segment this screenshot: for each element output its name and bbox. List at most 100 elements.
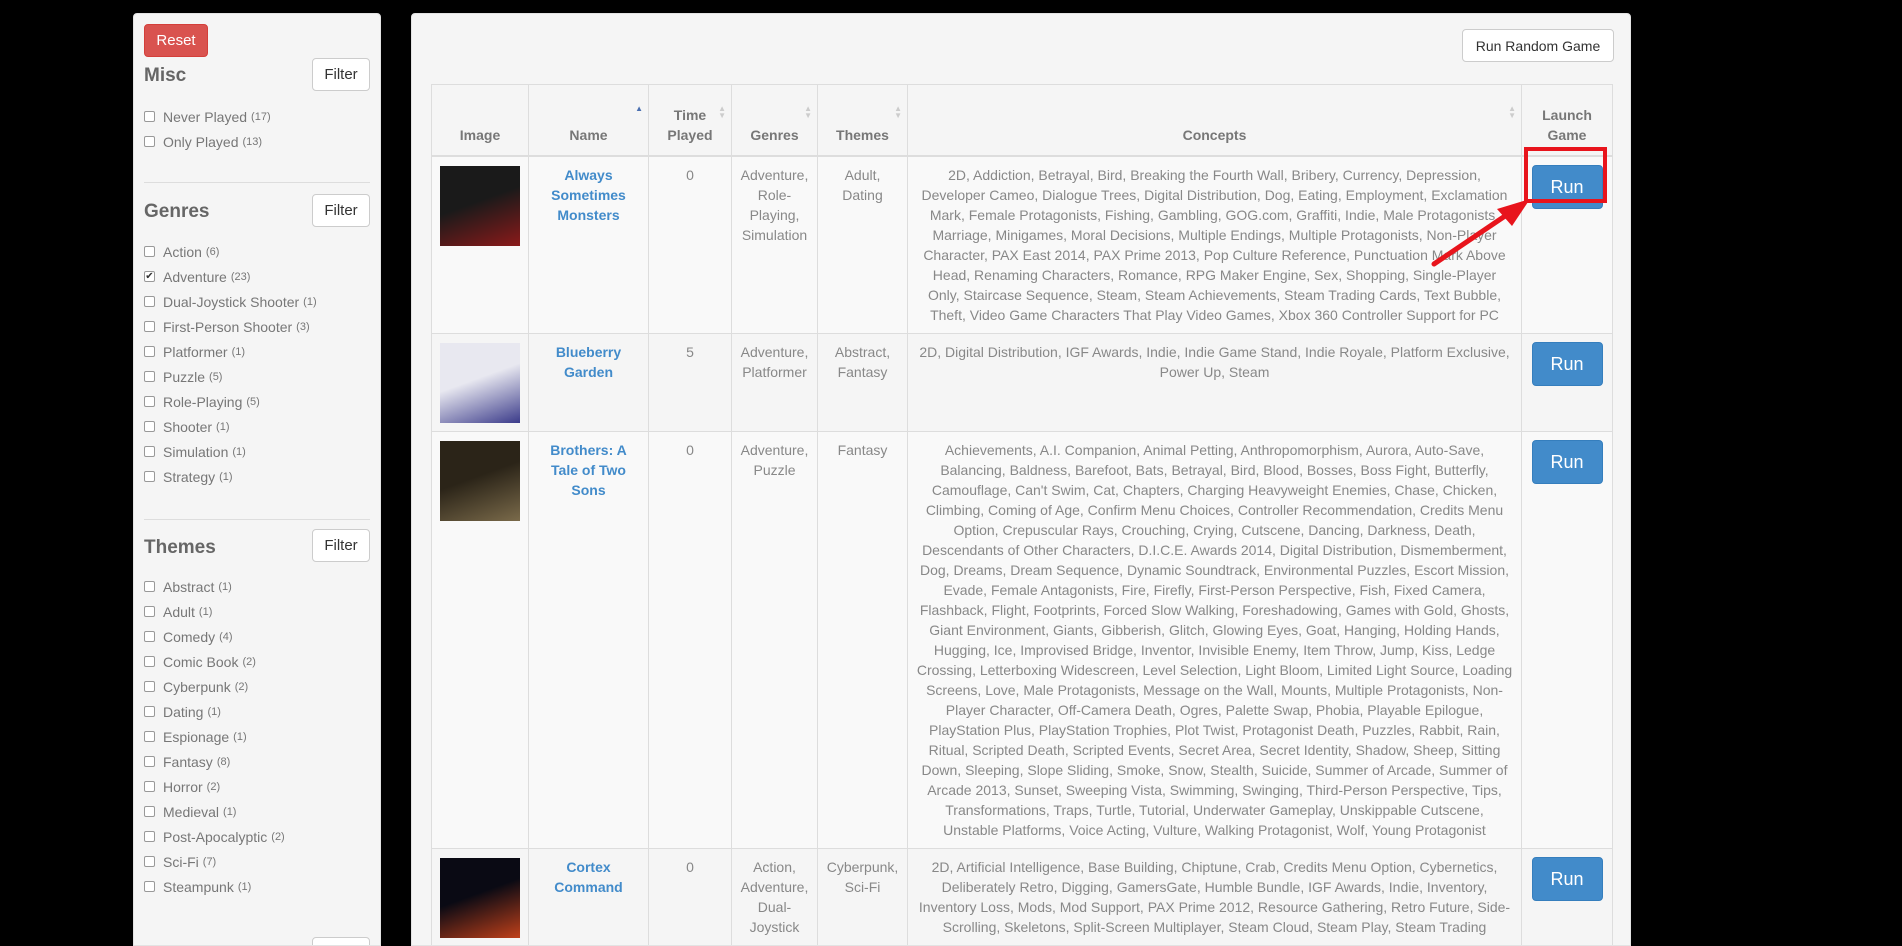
checkbox[interactable] bbox=[144, 136, 155, 147]
filter-option[interactable]: Horror (2) bbox=[144, 774, 285, 799]
checkbox[interactable] bbox=[144, 731, 155, 742]
filter-option[interactable]: Strategy (1) bbox=[144, 464, 317, 489]
game-list-panel: Run Random Game Image Name ▲ Time Played… bbox=[411, 13, 1631, 946]
game-name-link[interactable]: Always Sometimes Monsters bbox=[537, 165, 640, 225]
filter-option[interactable]: Espionage (1) bbox=[144, 724, 285, 749]
column-header-time-played[interactable]: Time Played ▲ ▼ bbox=[648, 84, 732, 157]
filter-button-next[interactable] bbox=[312, 937, 370, 945]
checkbox[interactable] bbox=[144, 471, 155, 482]
filter-option[interactable]: Fantasy (8) bbox=[144, 749, 285, 774]
checkbox[interactable] bbox=[144, 756, 155, 767]
game-image-cell bbox=[431, 155, 529, 334]
filter-option[interactable]: Post-Apocalyptic (2) bbox=[144, 824, 285, 849]
filter-option-label: Adult bbox=[163, 603, 195, 620]
filter-option[interactable]: Comedy (4) bbox=[144, 624, 285, 649]
filter-option[interactable]: Only Played (13) bbox=[144, 129, 271, 154]
filter-option-count: (1) bbox=[233, 730, 247, 743]
checkbox[interactable] bbox=[144, 111, 155, 122]
themes-cell: Fantasy bbox=[817, 431, 908, 849]
filter-option-count: (5) bbox=[209, 370, 223, 383]
reset-button[interactable]: Reset bbox=[144, 24, 208, 57]
filter-option-count: (1) bbox=[232, 445, 246, 458]
filter-option-label: Platformer bbox=[163, 343, 228, 360]
filter-option-label: Never Played bbox=[163, 108, 248, 125]
game-name-link[interactable]: Brothers: A Tale of Two Sons bbox=[537, 440, 640, 500]
game-name-link[interactable]: Cortex Command bbox=[537, 857, 640, 897]
filter-button-misc[interactable]: Filter bbox=[312, 58, 370, 91]
checkbox[interactable] bbox=[144, 296, 155, 307]
checkbox[interactable] bbox=[144, 446, 155, 457]
filter-option[interactable]: Dual-Joystick Shooter (1) bbox=[144, 289, 317, 314]
checkbox[interactable] bbox=[144, 631, 155, 642]
filter-option-count: (1) bbox=[216, 420, 230, 433]
checkbox-checked[interactable]: ✔ bbox=[144, 271, 155, 282]
column-header-genres[interactable]: Genres ▲ ▼ bbox=[731, 84, 818, 157]
column-header-concepts[interactable]: Concepts ▲ ▼ bbox=[907, 84, 1522, 157]
filter-option-count: (8) bbox=[216, 755, 231, 768]
filter-option[interactable]: First-Person Shooter (3) bbox=[144, 314, 317, 339]
game-name-link[interactable]: Blueberry Garden bbox=[537, 342, 640, 382]
checkbox[interactable] bbox=[144, 706, 155, 717]
filter-option-label: Steampunk bbox=[163, 878, 234, 895]
checkbox[interactable] bbox=[144, 371, 155, 382]
filter-option[interactable]: Simulation (1) bbox=[144, 439, 317, 464]
game-name-cell: Brothers: A Tale of Two Sons bbox=[528, 431, 649, 849]
filter-option[interactable]: Puzzle (5) bbox=[144, 364, 317, 389]
checkbox[interactable] bbox=[144, 831, 155, 842]
filter-option-count: (1) bbox=[219, 470, 233, 483]
run-random-game-button[interactable]: Run Random Game bbox=[1462, 29, 1614, 62]
checkbox[interactable] bbox=[144, 581, 155, 592]
run-game-button[interactable]: Run bbox=[1531, 857, 1603, 901]
concepts-cell: 2D, Artificial Intelligence, Base Buildi… bbox=[907, 848, 1522, 945]
column-header-themes[interactable]: Themes ▲ ▼ bbox=[817, 84, 908, 157]
checkbox[interactable] bbox=[144, 806, 155, 817]
filter-option-label: Action bbox=[163, 243, 202, 260]
filter-button-themes[interactable]: Filter bbox=[312, 529, 370, 562]
filter-option[interactable]: Adult (1) bbox=[144, 599, 285, 624]
checkbox[interactable] bbox=[144, 396, 155, 407]
checkbox[interactable] bbox=[144, 421, 155, 432]
checkbox[interactable] bbox=[144, 856, 155, 867]
checkbox[interactable] bbox=[144, 346, 155, 357]
filter-option[interactable]: Medieval (1) bbox=[144, 799, 285, 824]
checkbox[interactable] bbox=[144, 881, 155, 892]
filter-option-label: Adventure bbox=[163, 268, 227, 285]
filter-option-label: Comic Book bbox=[163, 653, 239, 670]
column-header-launch-game: Launch Game bbox=[1521, 84, 1613, 157]
time-played-cell: 0 bbox=[648, 155, 732, 334]
game-thumbnail bbox=[440, 441, 520, 521]
filter-option[interactable]: Never Played (17) bbox=[144, 104, 271, 129]
checkbox[interactable] bbox=[144, 781, 155, 792]
column-header-name[interactable]: Name ▲ bbox=[528, 84, 649, 157]
filter-option[interactable]: Sci-Fi (7) bbox=[144, 849, 285, 874]
filter-option-count: (2) bbox=[271, 830, 285, 843]
run-game-button[interactable]: Run bbox=[1531, 342, 1603, 386]
filter-option[interactable]: Platformer (1) bbox=[144, 339, 317, 364]
filter-option[interactable]: Cyberpunk (2) bbox=[144, 674, 285, 699]
filter-option[interactable]: Action (6) bbox=[144, 239, 317, 264]
themes-cell: Adult, Dating bbox=[817, 155, 908, 334]
filter-option[interactable]: Steampunk (1) bbox=[144, 874, 285, 899]
checkbox[interactable] bbox=[144, 606, 155, 617]
time-played-cell: 0 bbox=[648, 848, 732, 945]
time-played-cell: 5 bbox=[648, 333, 732, 432]
run-game-button[interactable]: Run bbox=[1531, 165, 1603, 209]
filter-option-label: Comedy bbox=[163, 628, 216, 645]
filter-option[interactable]: Dating (1) bbox=[144, 699, 285, 724]
table-row: Brothers: A Tale of Two Sons 0 Adventure, … bbox=[431, 431, 1613, 849]
filter-option[interactable]: Shooter (1) bbox=[144, 414, 317, 439]
checkbox[interactable] bbox=[144, 246, 155, 257]
run-game-button[interactable]: Run bbox=[1531, 440, 1603, 484]
filter-option[interactable]: Abstract (1) bbox=[144, 574, 285, 599]
filter-option[interactable]: Comic Book (2) bbox=[144, 649, 285, 674]
checkbox[interactable] bbox=[144, 656, 155, 667]
table-row: Cortex Command 0 Action, Adventure, Dual-J… bbox=[431, 848, 1613, 945]
table-row: Blueberry Garden 5 Adventure, Platformer Ab… bbox=[431, 333, 1613, 432]
checkbox[interactable] bbox=[144, 681, 155, 692]
filter-option[interactable]: Role-Playing (5) bbox=[144, 389, 317, 414]
genres-cell: Action, Adventure, Dual-Joystick bbox=[731, 848, 818, 945]
checkbox[interactable] bbox=[144, 321, 155, 332]
filter-option-count: (2) bbox=[206, 780, 221, 793]
filter-button-genres[interactable]: Filter bbox=[312, 194, 370, 227]
filter-option[interactable]: ✔ Adventure (23) bbox=[144, 264, 317, 289]
